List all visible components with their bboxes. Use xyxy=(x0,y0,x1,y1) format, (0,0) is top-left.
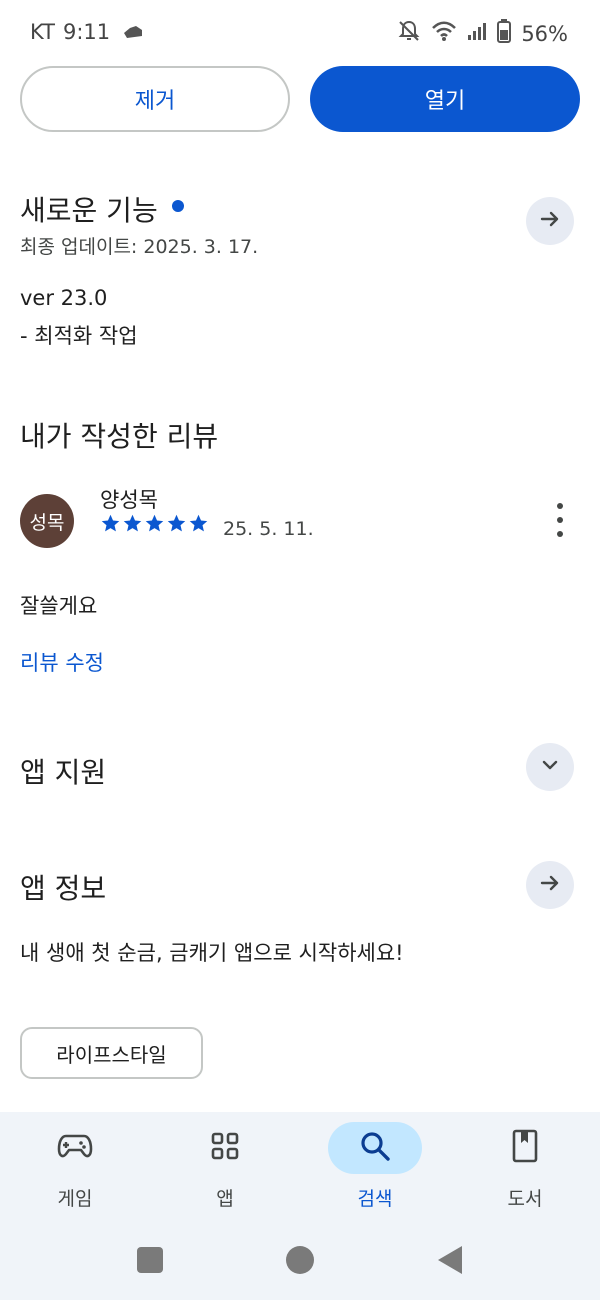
book-icon xyxy=(511,1129,539,1167)
recents-button[interactable] xyxy=(137,1247,163,1273)
app-info-title[interactable]: 앱 정보 xyxy=(20,867,106,907)
arrow-right-icon xyxy=(538,207,562,235)
clock-label: 9:11 xyxy=(62,20,111,44)
home-button[interactable] xyxy=(286,1246,314,1274)
nav-label-books: 도서 xyxy=(507,1188,543,1210)
edit-review-link[interactable]: 리뷰 수정 xyxy=(20,647,104,677)
notifications-off-icon xyxy=(397,19,421,48)
more-vert-icon-dot xyxy=(557,531,563,537)
star-icon xyxy=(167,514,186,532)
review-text: 잘쓸게요 xyxy=(20,594,98,618)
cloud-icon xyxy=(122,20,144,44)
status-right: 56% xyxy=(397,19,568,48)
signal-icon xyxy=(467,21,487,46)
more-options-button[interactable] xyxy=(548,503,572,537)
nav-item-games[interactable]: 게임 xyxy=(0,1112,150,1222)
category-chip[interactable]: 라이프스타일 xyxy=(20,1027,203,1079)
whats-new-title: 새로운 기능 xyxy=(20,194,158,227)
whats-new-header[interactable]: 새로운 기능 xyxy=(20,189,184,229)
nav-label-games: 게임 xyxy=(57,1188,93,1210)
star-icon xyxy=(145,514,164,532)
whats-new-arrow-button[interactable] xyxy=(526,197,574,245)
chevron-down-icon xyxy=(538,753,562,781)
app-support-expand-button[interactable] xyxy=(526,743,574,791)
nav-label-apps: 앱 xyxy=(216,1188,234,1210)
app-info-arrow-button[interactable] xyxy=(526,861,574,909)
apps-grid-icon xyxy=(210,1131,240,1165)
battery-percent: 56% xyxy=(521,21,568,46)
gamepad-icon xyxy=(57,1132,93,1164)
avatar: 성목 xyxy=(20,494,74,548)
nav-icon-container xyxy=(478,1122,572,1174)
bottom-navigation: 게임 앱 검색 도서 xyxy=(0,1112,600,1222)
app-details-screen: KT 9:11 56% 제거 열기 새로운 기능 최종 업데이트: 2025. … xyxy=(0,0,600,1300)
wifi-icon xyxy=(431,20,457,47)
nav-item-apps[interactable]: 앱 xyxy=(150,1112,300,1222)
star-icon xyxy=(123,514,142,532)
new-indicator-dot xyxy=(171,200,184,212)
review-date: 25. 5. 11. xyxy=(223,518,314,540)
reviewer-name: 양성목 xyxy=(100,488,158,512)
nav-label-search: 검색 xyxy=(357,1188,393,1210)
my-review-title: 내가 작성한 리뷰 xyxy=(20,420,219,453)
release-notes-text: - 최적화 작업 xyxy=(20,324,138,348)
star-icon xyxy=(101,514,120,532)
more-vert-icon-dot xyxy=(557,503,563,509)
nav-icon-container-active xyxy=(328,1122,422,1174)
battery-icon xyxy=(497,19,512,48)
star-rating xyxy=(100,513,209,534)
carrier-label: KT xyxy=(30,20,55,44)
version-text: ver 23.0 xyxy=(20,286,108,310)
open-button[interactable]: 열기 xyxy=(310,66,580,132)
status-bar: KT 9:11 56% xyxy=(0,0,600,64)
nav-icon-container xyxy=(28,1122,122,1174)
arrow-right-icon xyxy=(538,871,562,899)
last-updated-text: 최종 업데이트: 2025. 3. 17. xyxy=(20,236,259,258)
nav-item-books[interactable]: 도서 xyxy=(450,1112,600,1222)
star-icon xyxy=(189,514,208,532)
app-description: 내 생애 첫 순금, 금캐기 앱으로 시작하세요! xyxy=(20,941,404,965)
nav-item-search[interactable]: 검색 xyxy=(300,1112,450,1222)
nav-icon-container xyxy=(178,1122,272,1174)
remove-button[interactable]: 제거 xyxy=(20,66,290,132)
app-support-title[interactable]: 앱 지원 xyxy=(20,751,106,791)
back-button[interactable] xyxy=(438,1246,462,1274)
more-vert-icon-dot xyxy=(557,517,563,523)
status-left: KT 9:11 xyxy=(30,20,144,44)
search-icon xyxy=(359,1130,391,1166)
system-navigation-bar xyxy=(0,1222,600,1300)
